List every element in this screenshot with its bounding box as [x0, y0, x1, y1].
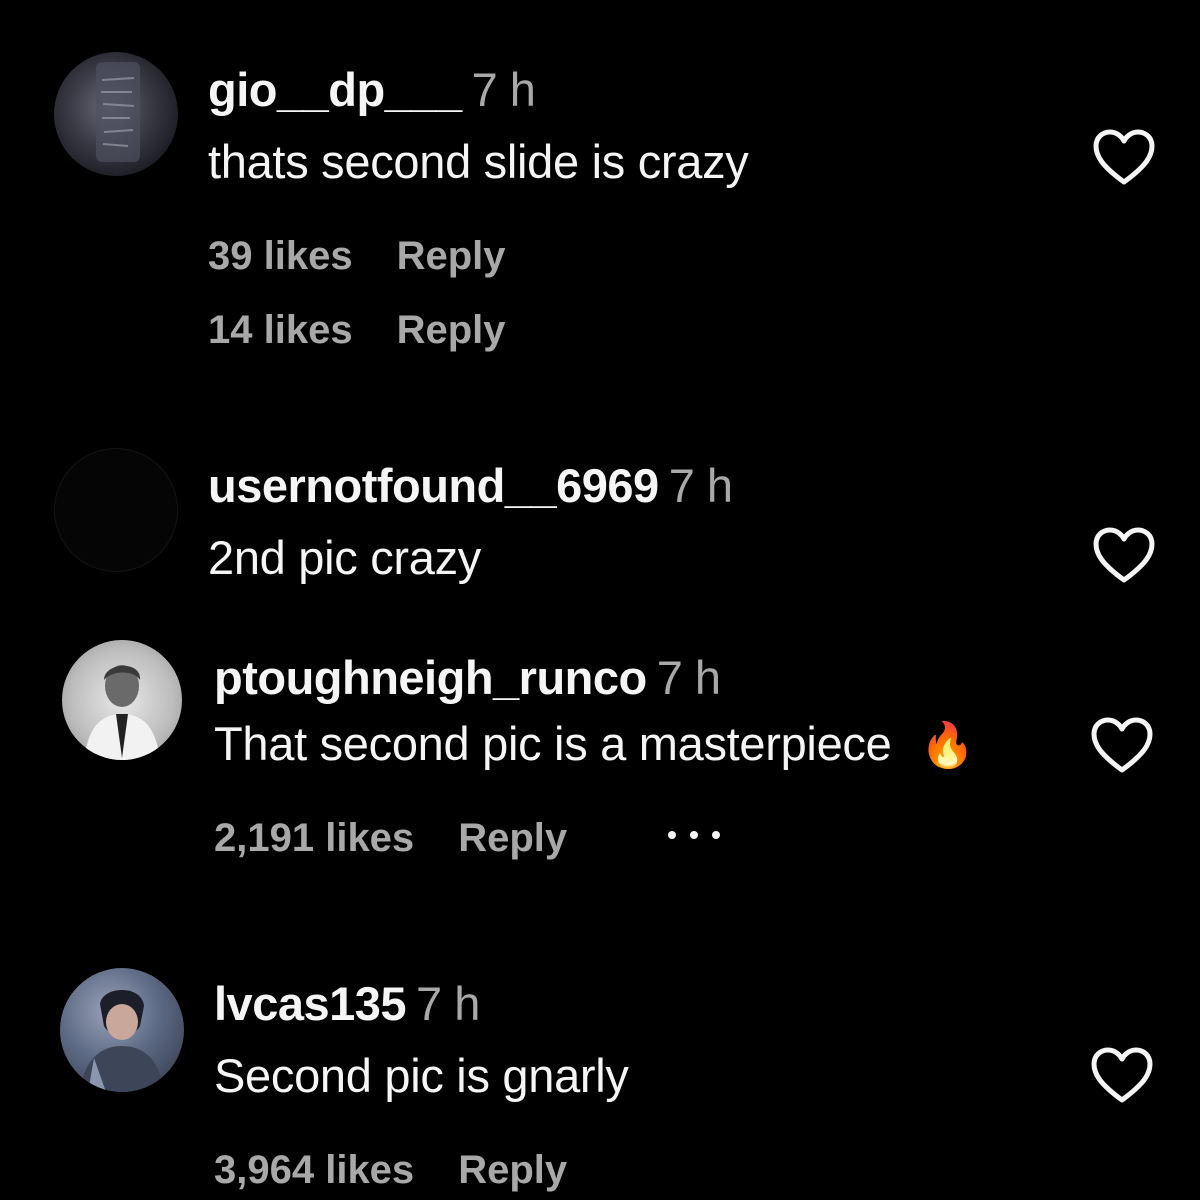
heart-icon[interactable]: [1090, 716, 1154, 776]
username-text[interactable]: usernotfound__6969: [208, 459, 659, 512]
comment-actions: 3,964 likes Reply: [214, 1148, 567, 1193]
comment-actions: 14 likes Reply: [208, 308, 506, 353]
avatar-image: [80, 990, 164, 1092]
username-text[interactable]: gio__dp___: [208, 63, 462, 116]
heart-icon[interactable]: [1092, 128, 1156, 188]
avatar-image: [84, 665, 160, 760]
comment-text: 2nd pic crazy: [208, 531, 482, 584]
comment-time: 7 h: [416, 977, 480, 1030]
comment-time: 7 h: [471, 63, 536, 116]
avatar-image: [96, 62, 140, 162]
heart-icon[interactable]: [1090, 1046, 1154, 1106]
avatar[interactable]: [60, 968, 184, 1092]
comment-username[interactable]: usernotfound__6969 7 h: [208, 458, 733, 513]
fire-emoji-icon: 🔥: [920, 721, 975, 770]
likes-count[interactable]: 39 likes: [208, 234, 353, 278]
comment-text-content: That second pic is a masterpiece: [214, 717, 892, 770]
comment-username[interactable]: lvcas135 7 h: [214, 976, 480, 1031]
comment-username[interactable]: ptoughneigh_runco 7 h: [214, 650, 721, 705]
comment-username[interactable]: gio__dp___ 7 h: [208, 62, 536, 117]
reply-button[interactable]: Reply: [397, 308, 506, 352]
heart-icon[interactable]: [1092, 526, 1156, 586]
comment-text: Second pic is gnarly: [214, 1049, 629, 1102]
avatar[interactable]: [54, 52, 178, 176]
comment-time: 7 h: [656, 651, 721, 704]
reply-button[interactable]: Reply: [458, 816, 567, 860]
reply-button[interactable]: Reply: [397, 234, 506, 278]
likes-count[interactable]: 14 likes: [208, 308, 353, 352]
comment-actions: 39 likes Reply: [208, 234, 506, 279]
comment-actions: 2,191 likes Reply: [214, 816, 567, 861]
comment-text: That second pic is a masterpiece 🔥: [214, 716, 975, 771]
likes-count[interactable]: 3,964 likes: [214, 1148, 414, 1192]
more-dots-icon[interactable]: [662, 815, 726, 855]
comment-time: 7 h: [668, 459, 733, 512]
username-text[interactable]: lvcas135: [214, 977, 407, 1030]
avatar[interactable]: [54, 448, 178, 572]
username-text[interactable]: ptoughneigh_runco: [214, 651, 647, 704]
avatar[interactable]: [62, 640, 182, 760]
reply-button[interactable]: Reply: [458, 1148, 567, 1192]
likes-count[interactable]: 2,191 likes: [214, 816, 414, 860]
comment-text: thats second slide is crazy: [208, 135, 749, 188]
